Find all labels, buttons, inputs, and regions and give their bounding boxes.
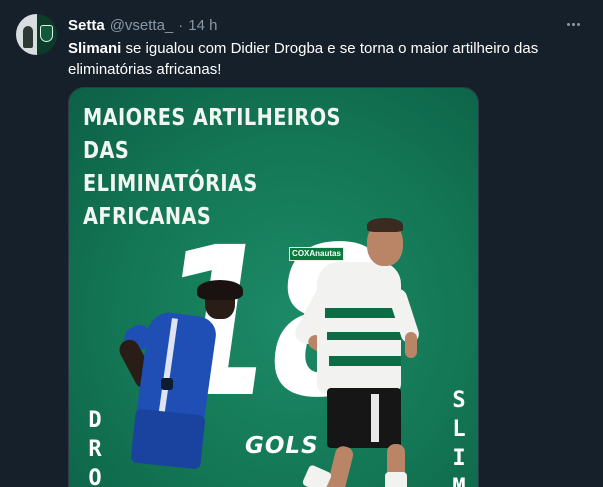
goals-label: GOLS (245, 433, 319, 459)
player-left-glove (161, 378, 173, 390)
name-left-letter: R (88, 437, 102, 462)
player-left-hair (197, 280, 243, 300)
display-name[interactable]: Setta (68, 17, 105, 34)
player-left-shorts (130, 408, 206, 470)
player-right-jersey (317, 262, 401, 394)
name-right-letter: I (452, 446, 466, 471)
player-right-sock (301, 464, 333, 487)
name-left-letter: D (88, 408, 102, 433)
user-handle[interactable]: @vsetta_ (110, 17, 174, 34)
player-right-jersey-band (325, 308, 401, 318)
player-right-jersey-band (327, 332, 401, 340)
tweet-header: Setta @vsetta_ · 14 h (68, 15, 217, 35)
player-right-shorts-stripe (371, 394, 379, 442)
name-left-letter: O (88, 466, 102, 487)
tweet-media-image[interactable]: MAIORES ARTILHEIROS DAS ELIMINATÓRIAS AF… (68, 87, 479, 487)
crest-icon (40, 25, 53, 42)
name-right-letter: S (452, 388, 466, 413)
player-right-hair (367, 218, 403, 232)
name-right-letter: L (452, 417, 466, 442)
player-right-jersey-band (329, 356, 401, 366)
tweet-text: Slimani se igualou com Didier Drogba e s… (68, 38, 568, 80)
separator-dot: · (178, 16, 184, 34)
brand-badge: COXAnautas (289, 247, 344, 261)
more-horizontal-icon[interactable] (562, 14, 584, 34)
player-right-shorts (327, 388, 401, 448)
media-title-line-1: MAIORES ARTILHEIROS DAS (83, 105, 341, 164)
player-right-leg (325, 444, 355, 487)
vertical-name-left: D R O (83, 406, 107, 487)
timestamp[interactable]: 14 h (188, 17, 217, 34)
name-right-letter: M (447, 473, 471, 487)
avatar-photo-person (16, 14, 37, 55)
avatar[interactable] (16, 14, 57, 55)
player-right-forearm-r (405, 332, 417, 358)
player-right-sock (385, 472, 407, 487)
vertical-name-right: S L I M (447, 386, 471, 487)
tweet-mention: Slimani (68, 40, 122, 57)
tweet-body: se igualou com Didier Drogba e se torna … (68, 40, 539, 78)
tweet[interactable]: Setta @vsetta_ · 14 h Slimani se igualou… (0, 0, 603, 487)
